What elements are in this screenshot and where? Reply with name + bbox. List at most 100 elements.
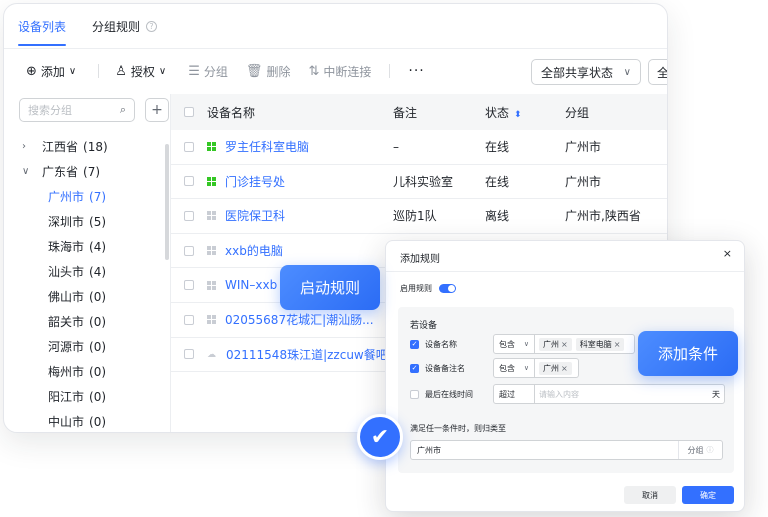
device-status-cell: 离线 (485, 209, 510, 224)
device-name-cell: ☁ 02111548珠江道|zzcuw餐吧 (207, 346, 393, 363)
row-checkbox[interactable] (184, 210, 194, 221)
condition-row: 最后在线时间 超过 请输入内容 天 (410, 384, 725, 404)
target-group-input[interactable]: 广州市 分组 ⓘ (410, 440, 723, 460)
tree-item[interactable]: › 江西省 (18) (4, 134, 164, 159)
select-all-checkbox[interactable] (184, 107, 194, 117)
any-condition-label: 满足任一条件时，则归类至 (410, 424, 506, 433)
row-checkbox[interactable] (184, 280, 194, 291)
disconnect-button[interactable]: ⇅ 中断连接 (308, 63, 371, 80)
add-group-button[interactable]: + (145, 98, 169, 122)
tree-item[interactable]: 深圳市 (5) (4, 209, 164, 234)
tree-item[interactable]: 珠海市 (4) (4, 234, 164, 259)
operator-value: 包含 (499, 339, 515, 349)
condition-value-input[interactable]: 广州 × 科室电脑 × (535, 334, 635, 354)
tree-item-label: 阳江市 (48, 390, 85, 404)
chevron-right-icon[interactable]: › (22, 141, 34, 152)
condition-value-input[interactable]: 广州 × (535, 358, 579, 378)
sort-icon[interactable]: ⬍ (514, 110, 522, 120)
share-status-select[interactable]: 全部共享状态 ∨ (531, 59, 641, 85)
more-icon[interactable]: ··· (408, 63, 424, 79)
device-name-link[interactable]: 门诊挂号处 (225, 173, 285, 190)
condition-checkbox[interactable] (410, 389, 419, 399)
tree-item[interactable]: 阳江市 (0) (4, 384, 164, 409)
header-status-label: 状态 (485, 105, 510, 120)
device-name-link[interactable]: 02111548珠江道|zzcuw餐吧 (226, 346, 388, 363)
tree-item[interactable]: 韶关市 (0) (4, 309, 164, 334)
tree-item-label: 汕头市 (48, 265, 85, 279)
tree-item[interactable]: 梅州市 (0) (4, 359, 164, 384)
header-status[interactable]: 状态 ⬍ (485, 104, 565, 121)
device-name-link[interactable]: WIN–xxb (225, 278, 277, 292)
tab-label: 设备列表 (18, 19, 67, 34)
divider (389, 64, 391, 78)
group-button[interactable]: ☰ 分组 (188, 63, 228, 80)
group-suffix-label: 分组 (687, 445, 704, 455)
header-name: 设备名称 (207, 105, 256, 120)
chevron-down-icon: ∨ (623, 66, 631, 78)
table-row[interactable]: 罗主任科室电脑 – 在线 广州市 (171, 130, 667, 165)
condition-checkbox[interactable]: ✓ (410, 363, 419, 373)
chevron-down-icon[interactable]: ∨ (22, 166, 34, 177)
condition-label: 设备名称 (425, 339, 457, 349)
tree-item[interactable]: ∨ 广东省 (7) (4, 159, 164, 184)
header-group: 分组 (565, 105, 590, 120)
add-condition-callout: 添加条件 (638, 331, 738, 376)
table-row[interactable]: 医院保卫科 巡防1队 离线 广州市,陕西省 (171, 199, 667, 234)
user-icon: ♙ (115, 63, 127, 79)
header-note: 备注 (393, 105, 418, 120)
cloud-icon: ☁ (207, 349, 216, 360)
close-icon[interactable]: × (561, 364, 568, 373)
chevron-down-icon: ∨ (523, 340, 529, 348)
windows-icon (207, 211, 216, 221)
condition-operator-select[interactable]: 包含 ∨ (493, 334, 535, 354)
tree-item[interactable]: 广州市 (7) (4, 184, 164, 209)
tree-item-count: (7) (83, 164, 101, 179)
device-name-cell: 门诊挂号处 (207, 173, 393, 190)
tab-device-list[interactable]: 设备列表 (18, 4, 67, 48)
condition-value-input[interactable]: 请输入内容 天 (535, 384, 725, 404)
condition-checkbox[interactable]: ✓ (410, 339, 419, 349)
device-group-cell: 广州市 (565, 174, 602, 189)
group-label: 分组 (203, 64, 228, 79)
device-name-link[interactable]: 罗主任科室电脑 (225, 138, 309, 155)
enable-rule-toggle[interactable] (439, 284, 456, 293)
row-checkbox[interactable] (184, 176, 194, 187)
cancel-button[interactable]: 取消 (624, 486, 676, 504)
condition-operator-select[interactable]: 包含 ∨ (493, 358, 535, 378)
row-checkbox[interactable] (184, 141, 194, 152)
divider (386, 271, 744, 272)
close-icon[interactable]: × (561, 340, 568, 349)
tree-item[interactable]: 汕头市 (4) (4, 259, 164, 284)
row-checkbox[interactable] (184, 314, 194, 325)
device-name-link[interactable]: 02055687花城汇|潮汕肠... (225, 311, 374, 328)
device-status-cell: 在线 (485, 174, 510, 189)
close-icon[interactable]: × (614, 340, 621, 349)
group-search-input[interactable]: 搜索分组 ⌕ (19, 98, 135, 122)
tree-item[interactable]: 河源市 (0) (4, 334, 164, 359)
row-checkbox[interactable] (184, 349, 194, 360)
authorize-button[interactable]: ♙ 授权 ∨ (115, 63, 170, 80)
scrollbar[interactable] (165, 144, 169, 260)
tab-group-rules[interactable]: 分组规则? (92, 4, 158, 48)
tree-item-label: 河源市 (48, 340, 85, 354)
tree-item[interactable]: 中山市 (0) (4, 409, 164, 432)
group-suffix: 分组 ⓘ (678, 441, 722, 459)
all-filter-select[interactable]: 全 (648, 59, 667, 85)
help-icon[interactable]: ? (146, 20, 158, 32)
device-group-cell: 广州市 (565, 140, 602, 155)
row-checkbox[interactable] (184, 245, 194, 256)
tree-item[interactable]: 佛山市 (0) (4, 284, 164, 309)
tree-item-count: (0) (89, 289, 107, 304)
group-icon: ☰ (188, 63, 200, 79)
device-name-link[interactable]: 医院保卫科 (225, 207, 285, 224)
tree-item-label: 广东省 (42, 165, 79, 179)
add-button[interactable]: ⊕ 添加 ∨ (26, 63, 80, 80)
close-icon[interactable]: × (723, 247, 732, 260)
windows-icon (207, 280, 216, 290)
condition-operator-select[interactable]: 超过 (493, 384, 535, 404)
table-row[interactable]: 门诊挂号处 儿科实验室 在线 广州市 (171, 165, 667, 200)
confirm-button[interactable]: 确定 (682, 486, 734, 504)
delete-button[interactable]: 🗑 删除 (246, 63, 291, 80)
tab-bar: 设备列表 分组规则? (18, 4, 158, 48)
device-name-link[interactable]: xxb的电脑 (225, 242, 283, 259)
